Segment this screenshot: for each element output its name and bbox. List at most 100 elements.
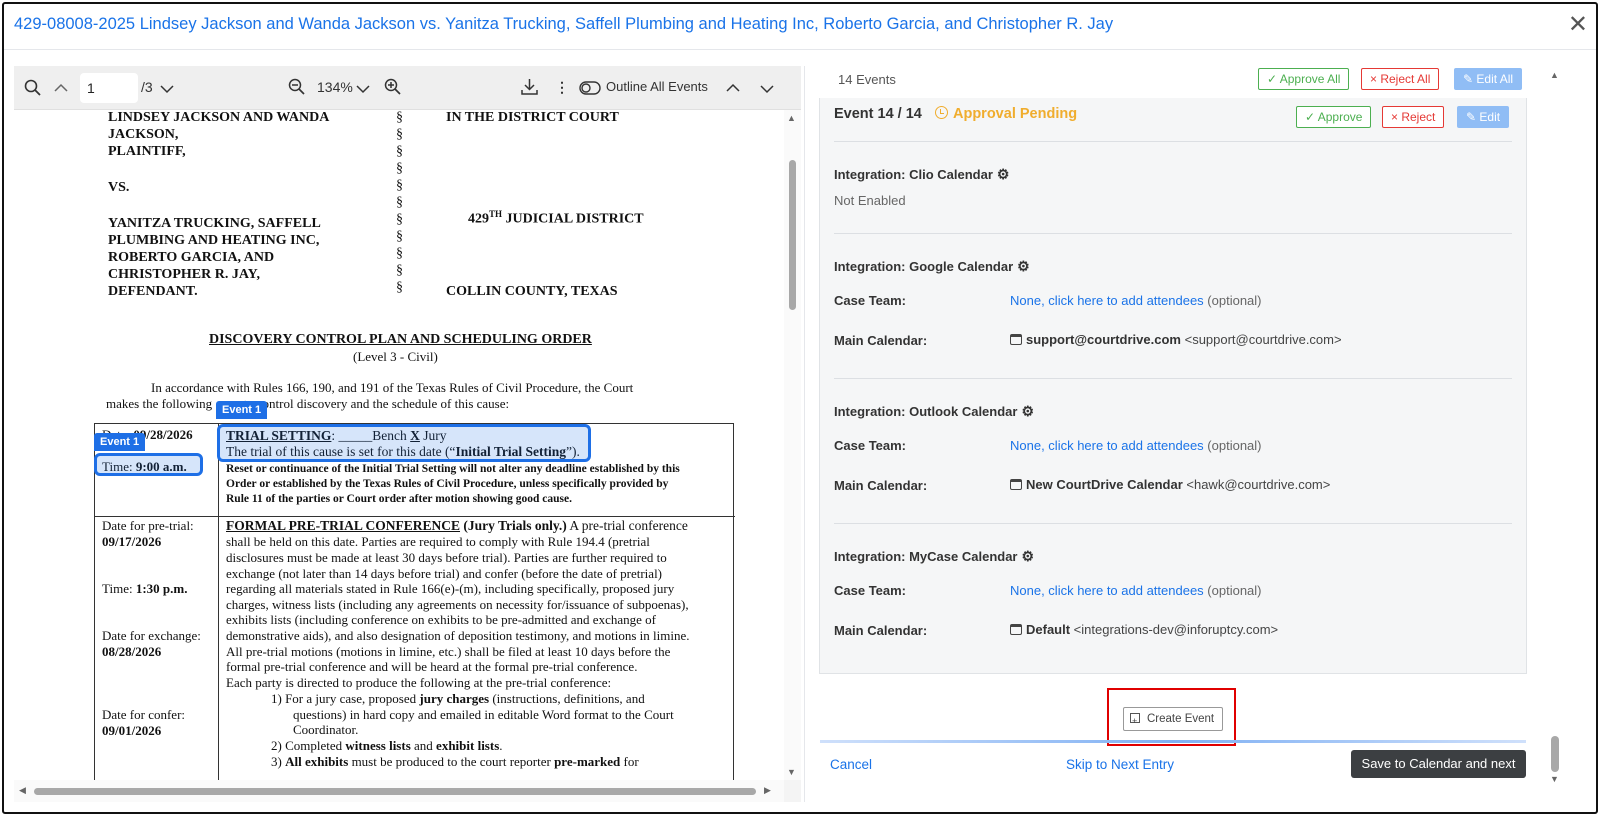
scroll-thumb[interactable] <box>34 788 756 795</box>
page-number-input[interactable]: 1 <box>80 73 138 103</box>
outlook-main-calendar: New CourtDrive Calendar <hawk@courtdrive… <box>1010 477 1330 492</box>
document-vertical-scrollbar[interactable]: ▲ ▼ <box>784 110 801 780</box>
more-options-icon[interactable]: ⋮ <box>555 76 569 98</box>
google-case-team: None, click here to add attendees (optio… <box>1010 293 1262 308</box>
scroll-right-icon[interactable]: ▶ <box>764 785 771 796</box>
divider <box>834 233 1512 234</box>
progress-bar <box>820 740 1526 743</box>
panel-scrollbar[interactable]: ▲ ▼ <box>1547 66 1563 786</box>
add-attendees-link[interactable]: None, click here to add attendees <box>1010 293 1204 308</box>
body-line: charges, witness lists (including any ag… <box>226 597 689 612</box>
formal-pretrial-heading: FORMAL PRE-TRIAL CONFERENCE (Jury Trials… <box>226 518 688 533</box>
body-line: shall be held on this date. Parties are … <box>226 534 650 549</box>
zoom-out-icon[interactable] <box>288 78 306 96</box>
caption-line: YANITZA TRUCKING, SAFFELL <box>108 216 321 231</box>
status-badge: Approval Pending <box>935 106 1077 122</box>
pencil-icon: ✎ <box>1463 72 1477 86</box>
list-item: 3) All exhibits must be produced to the … <box>271 754 639 769</box>
case-team-label: Case Team: <box>834 293 907 308</box>
previous-page-icon[interactable] <box>54 83 68 93</box>
gear-icon[interactable]: ⚙ <box>1022 548 1035 564</box>
list-item: 2) Completed witness lists and exhibit l… <box>271 738 503 753</box>
skip-next-entry-link[interactable]: Skip to Next Entry <box>1066 757 1174 772</box>
section-mark: § <box>396 127 403 142</box>
case-team-label: Case Team: <box>834 583 907 598</box>
cancel-link[interactable]: Cancel <box>830 757 872 772</box>
caption-line: LINDSEY JACKSON AND WANDA <box>108 110 330 125</box>
court-name: IN THE DISTRICT COURT <box>446 110 619 125</box>
event-tag[interactable]: Event 1 <box>94 433 146 451</box>
caption-line: VS. <box>108 180 130 195</box>
body-line: All pre-trial motions (motions in limine… <box>226 644 671 659</box>
approve-button[interactable]: ✓ Approve <box>1296 106 1372 128</box>
outline-down-icon[interactable] <box>760 84 774 94</box>
pretrial-time: Time: 1:30 p.m. <box>102 581 188 596</box>
scroll-thumb[interactable] <box>789 160 796 310</box>
gear-icon[interactable]: ⚙ <box>1021 403 1034 419</box>
toggle-icon[interactable] <box>579 81 601 95</box>
search-icon[interactable] <box>24 79 42 97</box>
scroll-up-icon[interactable]: ▲ <box>1550 70 1559 80</box>
add-event-icon <box>1130 710 1140 732</box>
add-attendees-link[interactable]: None, click here to add attendees <box>1010 438 1204 453</box>
caption-line: CHRISTOPHER R. JAY, <box>108 267 260 282</box>
case-team-label: Case Team: <box>834 438 907 453</box>
create-event-button[interactable]: Create Event <box>1123 707 1224 732</box>
outline-all-events-label[interactable]: Outline All Events <box>606 76 708 98</box>
events-toolbar: 14 Events ✓ Approve All × Reject All ✎ E… <box>818 66 1538 98</box>
event-highlight-time[interactable] <box>94 453 203 476</box>
approve-all-button[interactable]: ✓ Approve All <box>1258 68 1350 90</box>
reject-all-button[interactable]: × Reject All <box>1361 68 1440 90</box>
chevron-down-icon[interactable] <box>160 84 174 94</box>
integration-clio-label: Integration: Clio Calendar ⚙ <box>834 166 1010 182</box>
body-line: Each party is directed to produce the fo… <box>226 675 612 690</box>
section-mark: § <box>396 280 403 295</box>
body-line: exchange (not later than 14 days before … <box>226 566 663 581</box>
document-horizontal-scrollbar[interactable]: ◀ ▶ <box>14 780 784 802</box>
exchange-date-label: Date for exchange: <box>102 628 201 643</box>
download-icon[interactable] <box>521 78 538 96</box>
event-tag[interactable]: Event 1 <box>216 401 268 419</box>
reject-button[interactable]: × Reject <box>1382 106 1445 128</box>
gear-icon[interactable]: ⚙ <box>1017 258 1030 274</box>
check-icon: ✓ <box>1267 72 1280 86</box>
zoom-level[interactable]: 134% <box>317 76 353 98</box>
add-attendees-link[interactable]: None, click here to add attendees <box>1010 583 1204 598</box>
caption-line: ROBERTO GARCIA, AND <box>108 250 275 265</box>
divider <box>834 378 1512 379</box>
event-highlight-trial[interactable] <box>217 424 591 462</box>
edit-button[interactable]: ✎ Edit <box>1457 106 1510 128</box>
event-review-modal: 429-08008-2025 Lindsey Jackson and Wanda… <box>2 2 1598 814</box>
scroll-down-icon[interactable]: ▼ <box>1550 774 1559 784</box>
close-icon[interactable]: ✕ <box>1568 13 1588 37</box>
outline-up-icon[interactable] <box>726 83 740 93</box>
clock-icon <box>935 106 948 119</box>
scroll-left-icon[interactable]: ◀ <box>19 785 26 796</box>
events-count: 14 Events <box>838 72 896 87</box>
intro-line: In accordance with Rules 166, 190, and 1… <box>151 380 634 395</box>
pencil-icon: ✎ <box>1466 110 1480 124</box>
list-item: 1) For a jury case, proposed jury charge… <box>271 691 645 706</box>
google-main-calendar: support@courtdrive.com <support@courtdri… <box>1010 332 1342 347</box>
body-line: regarding all materials stated in Rule 1… <box>226 581 675 596</box>
list-item-continued: Coordinator. <box>293 722 359 737</box>
save-to-calendar-button[interactable]: Save to Calendar and next <box>1351 750 1526 778</box>
document-heading: DISCOVERY CONTROL PLAN AND SCHEDULING OR… <box>209 332 592 347</box>
exchange-date: 08/28/2026 <box>102 644 162 659</box>
list-item-continued: questions) in hard copy and emailed in e… <box>293 707 674 722</box>
pretrial-date: 09/17/2026 <box>102 534 162 549</box>
scroll-up-icon[interactable]: ▲ <box>787 113 796 123</box>
calendar-icon <box>1010 479 1022 490</box>
close-icon: × <box>1370 72 1381 86</box>
scroll-thumb[interactable] <box>1551 736 1559 772</box>
zoom-chevron-icon[interactable] <box>356 84 370 94</box>
intro-line: makes the following to control discovery… <box>106 396 510 411</box>
gear-icon[interactable]: ⚙ <box>997 166 1010 182</box>
table-divider <box>218 424 219 780</box>
zoom-in-icon[interactable] <box>384 78 402 96</box>
integration-google-label: Integration: Google Calendar ⚙ <box>834 258 1030 274</box>
scroll-down-icon[interactable]: ▼ <box>787 767 796 777</box>
edit-all-button[interactable]: ✎ Edit All <box>1454 68 1523 90</box>
clio-status: Not Enabled <box>834 193 906 208</box>
mycase-main-calendar: Default <integrations-dev@inforuptcy.com… <box>1010 622 1278 637</box>
